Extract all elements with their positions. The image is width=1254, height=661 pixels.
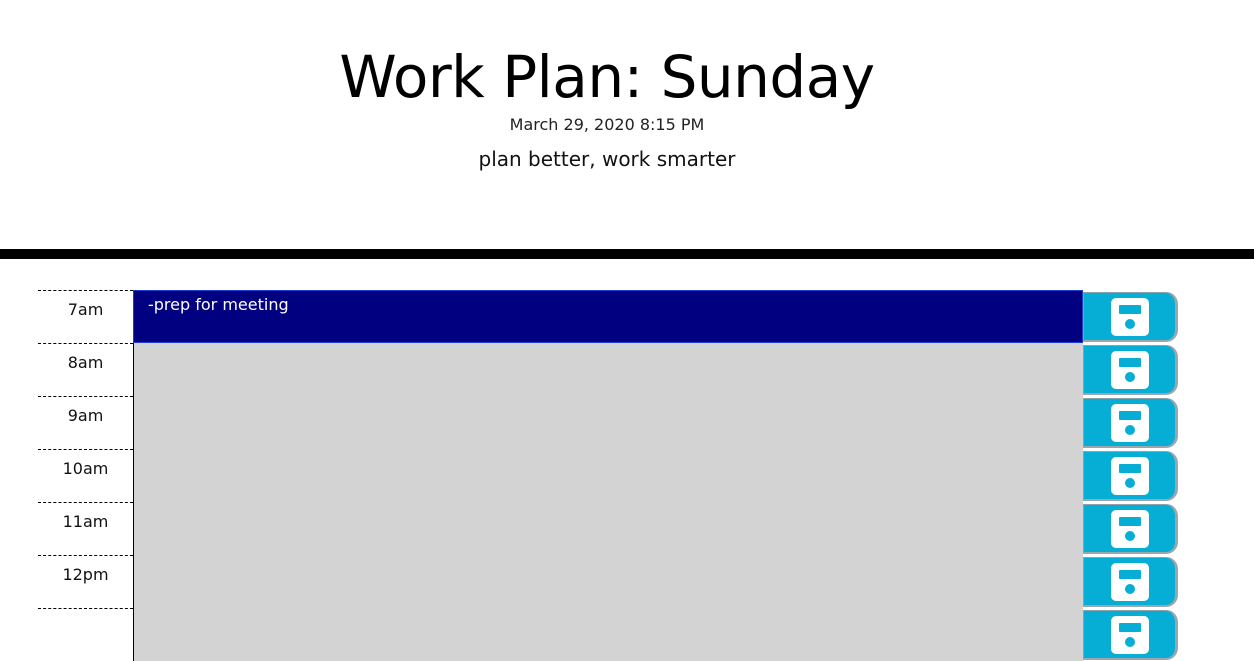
hour-label: 11am (38, 502, 133, 554)
task-textarea[interactable] (133, 343, 1083, 396)
time-block-row: 10am (38, 449, 1183, 502)
floppy-disk-icon (1110, 403, 1149, 442)
time-block-row: 12pm (38, 555, 1183, 608)
schedule: 7am -prep for meeting 8am 9am 10am 11am … (38, 290, 1183, 661)
time-block-row: 11am (38, 502, 1183, 555)
hour-label: 7am (38, 290, 133, 342)
hour-label: 8am (38, 343, 133, 395)
task-textarea[interactable] (133, 449, 1083, 502)
save-button[interactable] (1083, 292, 1178, 342)
task-textarea[interactable]: -prep for meeting (133, 290, 1083, 343)
time-block-row: 9am (38, 396, 1183, 449)
floppy-disk-icon (1110, 509, 1149, 548)
save-button[interactable] (1083, 557, 1178, 607)
tagline: plan better, work smarter (478, 147, 736, 171)
header-divider (0, 249, 1254, 259)
floppy-disk-icon (1110, 297, 1149, 336)
time-block-row: 8am (38, 343, 1183, 396)
save-button[interactable] (1083, 504, 1178, 554)
task-textarea[interactable] (133, 396, 1083, 449)
save-button[interactable] (1083, 345, 1178, 395)
current-datetime: March 29, 2020 8:15 PM (509, 115, 705, 134)
page-title: Work Plan: Sunday (339, 43, 875, 111)
task-textarea[interactable] (133, 555, 1083, 608)
page-header: Work Plan: Sunday March 29, 2020 8:15 PM… (0, 0, 1254, 249)
task-textarea[interactable] (133, 608, 1083, 661)
floppy-disk-icon (1110, 456, 1149, 495)
time-block-row: 7am -prep for meeting (38, 290, 1183, 343)
save-button[interactable] (1083, 451, 1178, 501)
hour-label: 10am (38, 449, 133, 501)
floppy-disk-icon (1110, 350, 1149, 389)
hour-label: 9am (38, 396, 133, 448)
task-textarea[interactable] (133, 502, 1083, 555)
hour-label: 12pm (38, 555, 133, 607)
floppy-disk-icon (1110, 562, 1149, 601)
hour-label (38, 608, 133, 660)
save-button[interactable] (1083, 398, 1178, 448)
floppy-disk-icon (1110, 615, 1149, 654)
time-block-row (38, 608, 1183, 661)
save-button[interactable] (1083, 610, 1178, 660)
